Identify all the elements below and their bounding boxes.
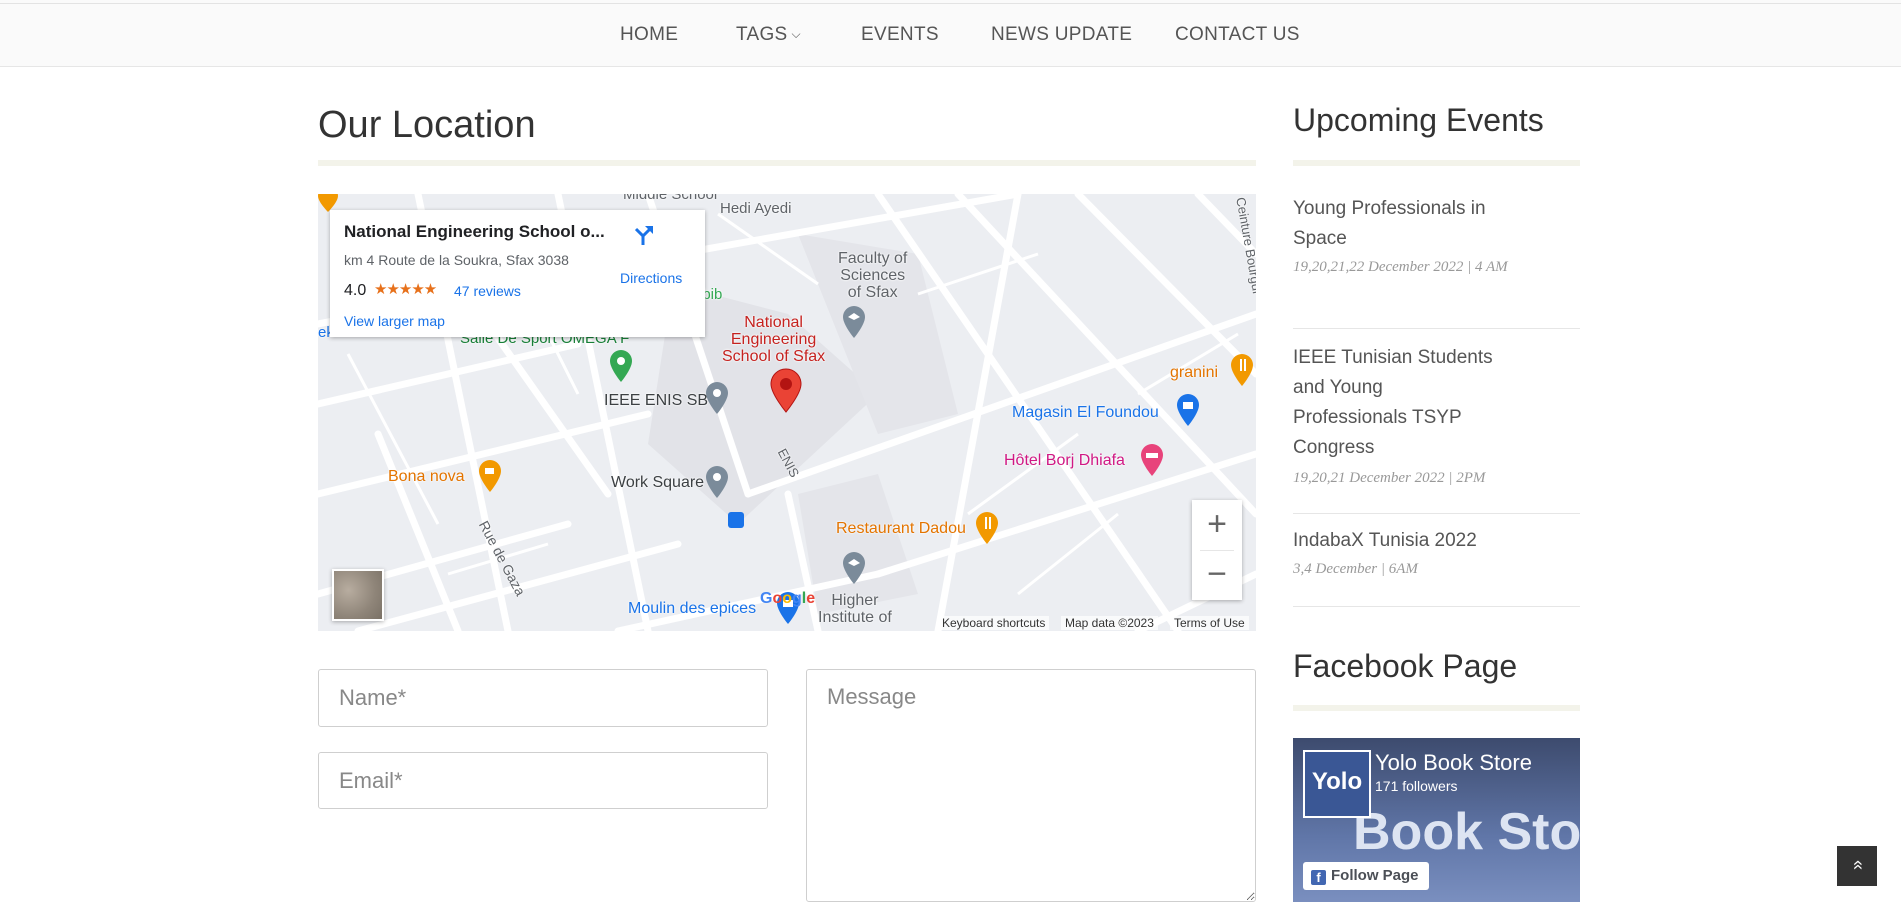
directions-link[interactable]: Directions [620, 270, 682, 286]
zoom-controls: + − [1192, 500, 1242, 600]
upcoming-events-underline [1293, 160, 1580, 166]
directions-icon[interactable] [632, 224, 654, 246]
satellite-toggle-button[interactable] [332, 569, 384, 621]
facebook-icon: f [1311, 870, 1326, 885]
fb-page-avatar[interactable]: Yolo [1303, 750, 1371, 818]
view-larger-map-link[interactable]: View larger map [344, 313, 445, 329]
event-item: IEEE Tunisian Students and Young Profess… [1293, 343, 1493, 491]
map-label-enis: National Engineering School of Sfax [722, 314, 826, 365]
location-pin-icon[interactable] [769, 368, 803, 414]
map-label-hedi: Hedi Ayedi [720, 200, 792, 217]
nav-news-update[interactable]: NEWS UPDATE [991, 24, 1132, 46]
page-title: Our Location [318, 104, 536, 146]
fb-follow-label: Follow Page [1331, 867, 1419, 884]
event-divider [1293, 513, 1580, 514]
facebook-title-underline [1293, 705, 1580, 711]
event-divider [1293, 606, 1580, 607]
rating-stars-icon: ★★★★★ [374, 281, 437, 298]
nav-events[interactable]: EVENTS [861, 24, 939, 46]
chevron-down-icon: ⌵ [791, 27, 801, 41]
google-logo: Google [760, 590, 816, 607]
bus-stop-icon[interactable] [728, 512, 744, 528]
nav-tags[interactable]: TAGS ⌵ [736, 24, 801, 46]
restaurant-pin-icon[interactable] [975, 512, 999, 546]
map-label-middle-school: Middle School [623, 194, 718, 203]
nav-contact-us[interactable]: CONTACT US [1175, 24, 1300, 46]
shopping-pin-icon[interactable] [1176, 394, 1200, 428]
map-label-higher: Higher Institute of [818, 592, 892, 626]
email-input[interactable] [318, 752, 768, 809]
event-divider [1293, 328, 1580, 329]
event-title-link[interactable]: Young Professionals in Space [1293, 194, 1513, 254]
zoom-out-button[interactable]: − [1192, 550, 1242, 600]
place-address: km 4 Route de la Soukra, Sfax 3038 [344, 252, 569, 268]
event-title-link[interactable]: IndabaX Tunisia 2022 [1293, 526, 1580, 556]
event-item: IndabaX Tunisia 2022 3,4 December | 6AM [1293, 526, 1580, 582]
work-square-pin-icon[interactable] [705, 466, 729, 500]
map-label-work-square: Work Square [611, 474, 705, 491]
map-label-faculty: Faculty of Sciences of Sfax [838, 250, 908, 301]
zoom-in-button[interactable]: + [1192, 500, 1242, 550]
title-underline [318, 160, 1256, 166]
gym-pin-icon[interactable] [609, 350, 633, 384]
nav-tags-label: TAGS [736, 24, 788, 45]
terms-of-use-link[interactable]: Terms of Use [1170, 616, 1249, 630]
fb-follow-button[interactable]: f Follow Page [1303, 862, 1429, 890]
name-input[interactable] [318, 669, 768, 727]
map-info-card: National Engineering School o... km 4 Ro… [330, 210, 705, 337]
map-label-bona: Bona nova [388, 468, 465, 485]
place-name: National Engineering School o... [344, 222, 605, 241]
back-to-top-button[interactable]: » [1837, 846, 1877, 886]
map-label-moulin: Moulin des epices [628, 600, 757, 617]
top-navbar: HOME TAGS ⌵ EVENTS NEWS UPDATE CONTACT US [0, 0, 1901, 67]
place-rating: 4.0 [344, 282, 367, 299]
event-date: 19,20,21 December 2022 | 2PM [1293, 470, 1486, 486]
event-item: Young Professionals in Space 19,20,21,22… [1293, 194, 1513, 280]
event-date: 19,20,21,22 December 2022 | 4 AM [1293, 259, 1508, 275]
hotel-pin-icon[interactable] [1140, 444, 1164, 478]
cafe-pin-icon[interactable] [478, 460, 502, 494]
fb-followers-count: 171 followers [1375, 778, 1458, 794]
navbar-top-line [0, 3, 1901, 4]
facebook-page-title: Facebook Page [1293, 648, 1518, 684]
facebook-page-widget[interactable]: Book Sto Yolo Yolo Book Store 171 follow… [1293, 738, 1580, 902]
fb-page-name[interactable]: Yolo Book Store [1375, 750, 1532, 776]
embedded-map[interactable]: Middle School Hedi Ayedi abib Faculty of… [318, 194, 1256, 631]
upcoming-events-title: Upcoming Events [1293, 102, 1544, 138]
nav-home[interactable]: HOME [620, 24, 678, 46]
map-label-hotel: Hôtel Borj Dhiafa [1004, 452, 1125, 469]
keyboard-shortcuts-link[interactable]: Keyboard shortcuts [938, 616, 1050, 630]
double-chevron-up-icon: » [1846, 859, 1867, 871]
ieee-pin-icon[interactable] [705, 382, 729, 416]
fb-cover-text: Book Sto [1353, 803, 1580, 861]
map-label-magasin: Magasin El Foundou [1012, 404, 1159, 421]
message-textarea[interactable] [806, 669, 1256, 902]
map-data-text: Map data ©2023 [1061, 616, 1158, 630]
reviews-link[interactable]: 47 reviews [454, 283, 521, 299]
granini-pin-icon[interactable] [1230, 354, 1254, 388]
event-date: 3,4 December | 6AM [1293, 561, 1418, 577]
map-label-ieee: IEEE ENIS SB [604, 392, 709, 409]
university-pin-icon[interactable] [842, 306, 866, 340]
institute-pin-icon[interactable] [842, 552, 866, 586]
event-title-link[interactable]: IEEE Tunisian Students and Young Profess… [1293, 343, 1493, 463]
main-nav: HOME TAGS ⌵ EVENTS NEWS UPDATE CONTACT US [0, 24, 1901, 48]
map-label-granini: granini [1170, 364, 1219, 381]
map-label-restaurant: Restaurant Dadou [836, 520, 966, 537]
